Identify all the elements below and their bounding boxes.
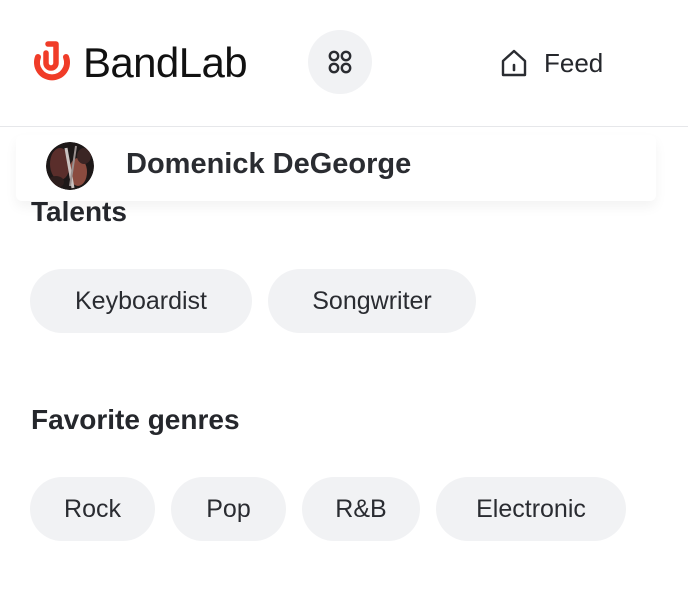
profile-name[interactable]: Domenick DeGeorge [126, 148, 411, 181]
brand-name: BandLab [83, 39, 248, 86]
profile-header-bar: Domenick DeGeorge [16, 135, 656, 201]
apps-menu-button[interactable] [308, 30, 372, 94]
feed-label: Feed [544, 47, 604, 78]
genre-chip-rock[interactable]: Rock [30, 477, 155, 541]
apps-grid-icon [328, 50, 352, 74]
profile-page: BandLab Feed Talents Keyboardist Songwri… [0, 0, 688, 608]
genre-chip-pop[interactable]: Pop [171, 477, 286, 541]
avatar[interactable] [46, 142, 94, 190]
bandlab-logo-icon [34, 41, 70, 81]
genre-chip-electronic[interactable]: Electronic [436, 477, 626, 541]
bandlab-logo[interactable]: BandLab [29, 38, 248, 88]
top-navigation-bar: BandLab Feed [0, 0, 688, 127]
feed-nav-link[interactable]: Feed [498, 44, 603, 82]
favorite-genres-heading: Favorite genres [31, 404, 240, 435]
talent-chip-songwriter[interactable]: Songwriter [268, 269, 476, 333]
home-icon [501, 49, 527, 77]
genre-chip-rnb[interactable]: R&B [302, 477, 420, 541]
talent-chip-keyboardist[interactable]: Keyboardist [30, 269, 252, 333]
